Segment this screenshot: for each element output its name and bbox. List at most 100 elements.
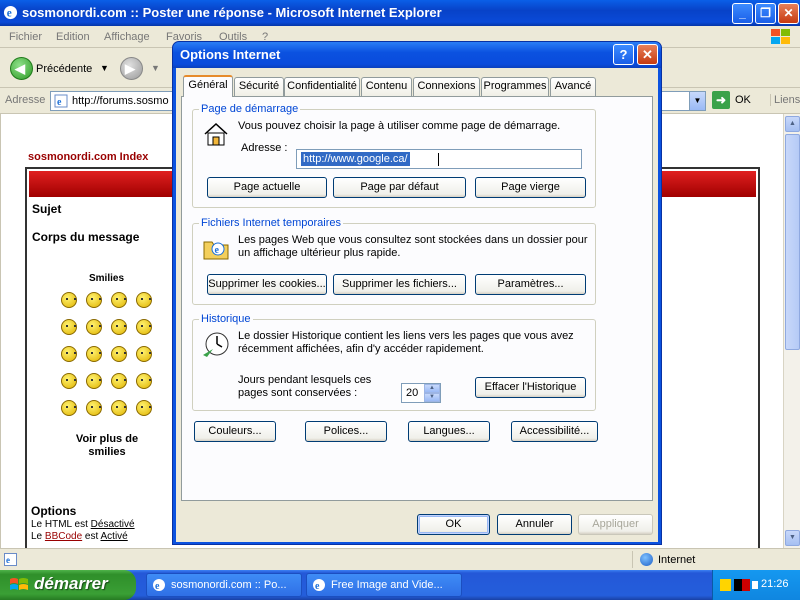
settings-button[interactable]: Paramètres... (475, 274, 586, 295)
subject-label: Sujet (32, 202, 62, 216)
scroll-up-icon[interactable]: ▲ (785, 116, 800, 132)
status-separator (632, 551, 633, 568)
smiley-icon[interactable] (86, 373, 102, 389)
go-arrow-icon[interactable]: ➜ (712, 91, 730, 109)
menu-affichage[interactable]: Affichage (104, 31, 150, 43)
svg-text:e: e (7, 7, 12, 19)
spin-up-icon[interactable]: ▲ (424, 384, 440, 393)
taskbar-item-ie[interactable]: e sosmonordi.com :: Po... (146, 573, 302, 597)
tab-connexions[interactable]: Connexions (413, 77, 480, 96)
delete-cookies-button[interactable]: Supprimer les cookies... (207, 274, 327, 295)
ie-title-bar: e sosmonordi.com :: Poster une réponse -… (0, 0, 800, 26)
history-days-label: Jours pendant lesquels ces pages sont co… (238, 374, 372, 399)
smiley-icon[interactable] (61, 373, 77, 389)
address-dropdown-icon[interactable]: ▼ (689, 92, 705, 110)
smiley-icon[interactable] (136, 346, 152, 362)
smiley-icon[interactable] (61, 292, 77, 308)
home-icon (204, 122, 228, 146)
dialog-title: Options Internet (180, 47, 281, 62)
svg-text:e: e (6, 555, 10, 565)
forum-index-link[interactable]: sosmonordi.com Index (28, 151, 148, 163)
back-button[interactable]: ◀ (10, 57, 33, 80)
accessibility-button[interactable]: Accessibilité... (511, 421, 598, 442)
tab-panel-general: Page de démarrage Vous pouvez choisir la… (181, 96, 653, 501)
taskbar-item-image-host[interactable]: e Free Image and Vide... (306, 573, 462, 597)
temp-files-legend: Fichiers Internet temporaires (199, 217, 343, 229)
go-button[interactable]: OK (735, 94, 751, 106)
dialog-close-button[interactable]: ✕ (637, 44, 658, 65)
tab-confidentialite[interactable]: Confidentialité (284, 77, 360, 96)
tab-contenu[interactable]: Contenu (361, 77, 412, 96)
smiley-icon[interactable] (111, 400, 127, 416)
html-option-value: Désactivé (90, 519, 135, 530)
history-description: Le dossier Historique contient les liens… (238, 330, 574, 355)
scroll-down-icon[interactable]: ▼ (785, 530, 800, 546)
address-text: http://forums.sosmo (72, 95, 169, 107)
smiley-icon[interactable] (111, 319, 127, 335)
forward-button[interactable]: ▶ (120, 57, 143, 80)
smiley-icon[interactable] (86, 346, 102, 362)
menu-fichier[interactable]: Fichier (9, 31, 42, 43)
tab-securite[interactable]: Sécurité (234, 77, 284, 96)
smiley-icon[interactable] (136, 373, 152, 389)
smiley-icon[interactable] (111, 346, 127, 362)
smiley-icon[interactable] (61, 400, 77, 416)
smiley-icon[interactable] (86, 400, 102, 416)
page-status-icon: e (4, 553, 17, 566)
home-page-url-input[interactable]: http://www.google.ca/ (296, 149, 582, 169)
back-arrow-icon: ◀ (15, 61, 25, 76)
smiley-icon[interactable] (136, 400, 152, 416)
message-body-label: Corps du message (32, 230, 140, 244)
start-button[interactable]: démarrer (0, 570, 136, 600)
tab-avance[interactable]: Avancé (550, 77, 596, 96)
home-page-group: Page de démarrage Vous pouvez choisir la… (192, 103, 596, 208)
smiley-icon[interactable] (136, 319, 152, 335)
more-smilies-link[interactable]: Voir plus de smilies (67, 433, 147, 459)
default-page-button[interactable]: Page par défaut (333, 177, 466, 198)
tray-icons[interactable] (719, 577, 759, 593)
smiley-icon[interactable] (61, 346, 77, 362)
colors-button[interactable]: Couleurs... (194, 421, 276, 442)
vertical-scrollbar[interactable]: ▲ ▼ (783, 114, 800, 548)
tab-programmes[interactable]: Programmes (481, 77, 549, 96)
smiley-icon[interactable] (111, 292, 127, 308)
tab-general[interactable]: Général (183, 75, 233, 97)
clear-history-button[interactable]: Effacer l'Historique (475, 377, 586, 398)
home-page-url-value: http://www.google.ca/ (301, 152, 410, 166)
spin-down-icon[interactable]: ▼ (424, 393, 440, 402)
close-window-button[interactable]: ✕ (778, 3, 799, 24)
address-label: Adresse (5, 94, 46, 106)
forward-dropdown-icon[interactable]: ▼ (151, 63, 160, 73)
history-days-value: 20 (406, 387, 419, 399)
delete-files-button[interactable]: Supprimer les fichiers... (333, 274, 466, 295)
temp-files-group: Fichiers Internet temporaires e Les page… (192, 217, 596, 305)
smiley-icon[interactable] (136, 292, 152, 308)
history-days-stepper[interactable]: 20 ▲ ▼ (401, 383, 441, 403)
links-toolbar[interactable]: Liens (770, 94, 800, 106)
cancel-button[interactable]: Annuler (497, 514, 572, 535)
scroll-thumb[interactable] (785, 134, 800, 350)
menu-edition[interactable]: Edition (56, 31, 90, 43)
minimize-button[interactable]: _ (732, 3, 753, 24)
smiley-icon[interactable] (86, 319, 102, 335)
ok-button[interactable]: OK (417, 514, 490, 535)
apply-button[interactable]: Appliquer (578, 514, 653, 535)
back-dropdown-icon[interactable]: ▼ (100, 63, 109, 73)
bbcode-link[interactable]: BBCode (45, 531, 82, 542)
smiley-icon[interactable] (86, 292, 102, 308)
smiley-icon[interactable] (111, 373, 127, 389)
maximize-button[interactable]: ❐ (755, 3, 776, 24)
svg-text:e: e (155, 581, 160, 592)
languages-button[interactable]: Langues... (408, 421, 490, 442)
smiley-icon[interactable] (61, 319, 77, 335)
forward-arrow-icon: ▶ (125, 61, 135, 76)
blank-page-button[interactable]: Page vierge (475, 177, 586, 198)
help-button[interactable]: ? (613, 44, 634, 65)
bbcode-option-line: Le BBCode est Activé (31, 531, 128, 542)
fonts-button[interactable]: Polices... (305, 421, 387, 442)
back-label[interactable]: Précédente (36, 63, 92, 75)
svg-text:e: e (57, 97, 62, 108)
current-page-button[interactable]: Page actuelle (207, 177, 327, 198)
windows-logo-icon (771, 29, 790, 44)
folder-ie-icon: e (203, 241, 229, 260)
